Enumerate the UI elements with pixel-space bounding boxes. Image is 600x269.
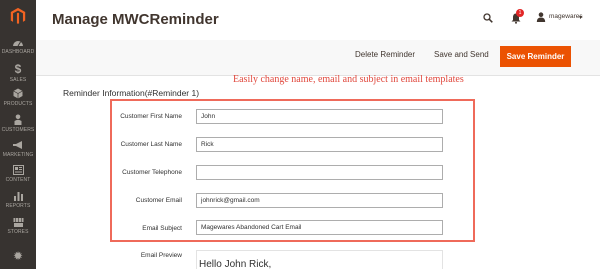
cube-icon bbox=[13, 88, 23, 99]
store-icon bbox=[13, 218, 23, 227]
annotation-text: Easily change name, email and subject in… bbox=[233, 74, 464, 85]
section-title: Reminder Information(#Reminder 1) bbox=[63, 88, 200, 98]
sidebar-item-label: REPORTS bbox=[5, 203, 31, 209]
sidebar-item-label: CONTENT bbox=[5, 177, 31, 183]
email-preview-label: Email Preview bbox=[140, 252, 182, 259]
save-reminder-button[interactable]: Save Reminder bbox=[500, 46, 571, 67]
delete-reminder-button[interactable]: Delete Reminder bbox=[355, 50, 415, 59]
sidebar-item-dashboard[interactable]: DASHBOARD bbox=[0, 37, 36, 55]
dashboard-icon bbox=[13, 41, 23, 47]
admin-page: DASHBOARD $ SALES PRODUCTS CUSTOMERS MAR… bbox=[0, 0, 600, 269]
email-field[interactable]: johnrick@gmail.com bbox=[196, 193, 443, 208]
person-icon bbox=[14, 114, 22, 125]
sidebar-item-label: MARKETING bbox=[2, 152, 34, 158]
page-title: Manage MWCReminder bbox=[52, 11, 219, 28]
sidebar-item-stores[interactable]: STORES bbox=[0, 217, 36, 235]
sidebar-item-reports[interactable]: REPORTS bbox=[0, 191, 36, 209]
sidebar-item-products[interactable]: PRODUCTS bbox=[0, 88, 36, 107]
sidebar-item-system[interactable]: ✹ bbox=[0, 250, 36, 262]
search-icon[interactable] bbox=[483, 13, 493, 23]
sidebar-item-content[interactable]: CONTENT bbox=[0, 165, 36, 183]
magento-logo-icon[interactable] bbox=[9, 7, 27, 25]
email-label: Customer Email bbox=[135, 197, 182, 204]
sidebar-item-label: CUSTOMERS bbox=[1, 127, 35, 133]
sidebar-item-customers[interactable]: CUSTOMERS bbox=[0, 114, 36, 133]
email-subject-field[interactable]: Magewares Abandoned Cart Email bbox=[196, 220, 443, 235]
admin-sidebar: DASHBOARD $ SALES PRODUCTS CUSTOMERS MAR… bbox=[0, 0, 36, 269]
chevron-down-icon[interactable]: ▼ bbox=[578, 15, 583, 21]
last-name-field[interactable]: Rick bbox=[196, 137, 443, 152]
first-name-label: Customer First Name bbox=[120, 113, 182, 120]
save-and-send-button[interactable]: Save and Send bbox=[434, 50, 489, 59]
telephone-field[interactable] bbox=[196, 165, 443, 180]
sidebar-item-label: DASHBOARD bbox=[1, 49, 35, 55]
sidebar-item-label: SALES bbox=[9, 77, 27, 83]
sidebar-item-label: STORES bbox=[7, 229, 29, 235]
gear-icon: ✹ bbox=[12, 249, 24, 263]
bar-chart-icon bbox=[13, 192, 23, 201]
megaphone-icon bbox=[13, 141, 22, 149]
sidebar-item-sales[interactable]: $ SALES bbox=[0, 63, 36, 83]
content-icon bbox=[12, 165, 24, 175]
notification-badge: 1 bbox=[516, 9, 524, 17]
email-preview-text: Hello John Rick, bbox=[199, 259, 272, 269]
sidebar-item-marketing[interactable]: MARKETING bbox=[0, 140, 36, 158]
last-name-label: Customer Last Name bbox=[120, 141, 182, 148]
first-name-field[interactable]: John bbox=[196, 109, 443, 124]
user-icon[interactable] bbox=[536, 12, 546, 22]
telephone-label: Customer Telephone bbox=[122, 169, 182, 176]
dollar-icon: $ bbox=[14, 62, 22, 76]
email-subject-label: Email Subject bbox=[142, 225, 182, 232]
sidebar-item-label: PRODUCTS bbox=[3, 101, 33, 107]
